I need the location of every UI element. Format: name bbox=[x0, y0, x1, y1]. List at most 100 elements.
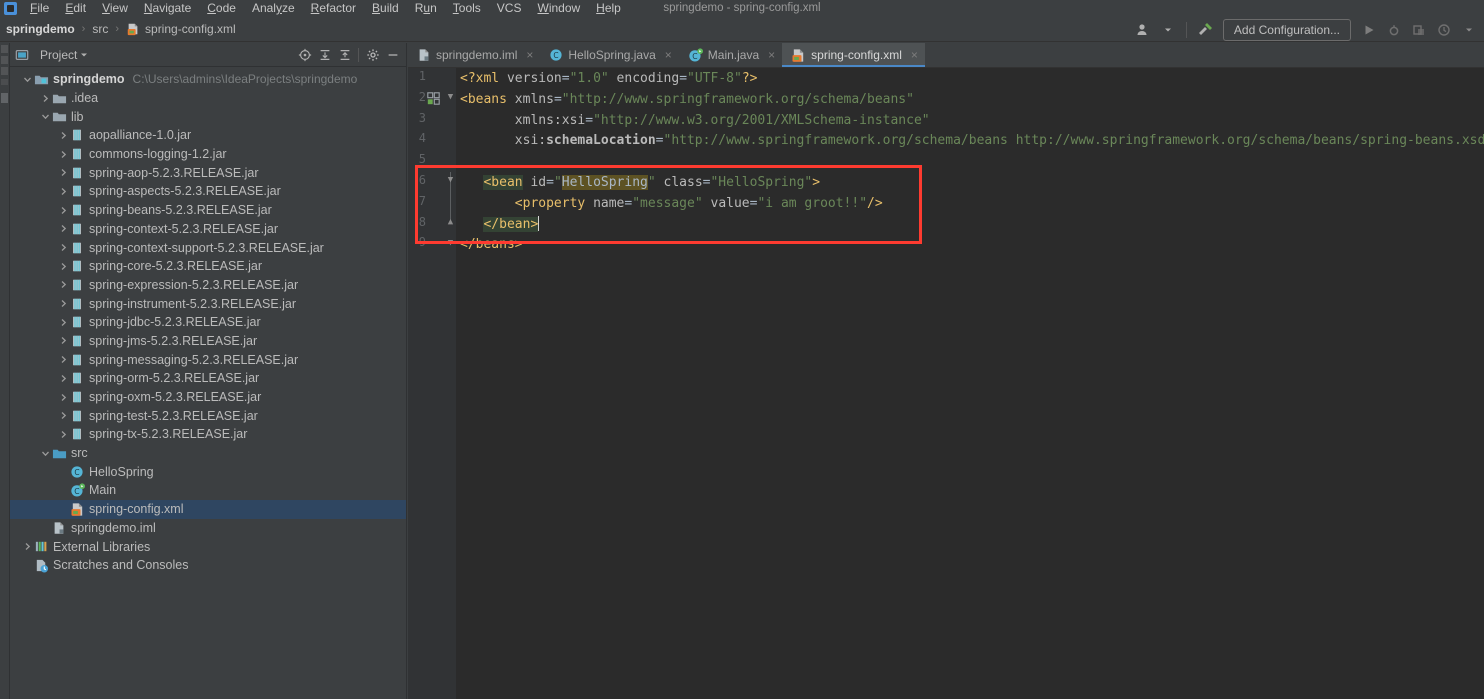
close-icon[interactable]: × bbox=[911, 49, 918, 61]
settings-gear-icon[interactable] bbox=[363, 46, 382, 65]
close-icon[interactable]: × bbox=[526, 49, 533, 61]
code-line-4[interactable]: xsi:schemaLocation="http://www.springfra… bbox=[456, 131, 1484, 152]
tree-item-aopalliance-1-0-jar[interactable]: aopalliance-1.0.jar bbox=[10, 126, 406, 145]
debug-icon[interactable] bbox=[1383, 19, 1405, 41]
tree-item-spring-instrument-5-2-3-release-jar[interactable]: spring-instrument-5.2.3.RELEASE.jar bbox=[10, 294, 406, 313]
tree-item-scratches-and-consoles[interactable]: Scratches and Consoles bbox=[10, 556, 406, 575]
tree-item-spring-expression-5-2-3-release-jar[interactable]: spring-expression-5.2.3.RELEASE.jar bbox=[10, 276, 406, 295]
tree-item-external-libraries[interactable]: External Libraries bbox=[10, 537, 406, 556]
chevron-right-icon[interactable] bbox=[58, 167, 69, 178]
hide-panel-icon[interactable] bbox=[383, 46, 402, 65]
chevron-right-icon[interactable] bbox=[58, 392, 69, 403]
code-line-9[interactable]: </beans> bbox=[456, 235, 1484, 256]
project-file-tree[interactable]: springdemo C:\Users\admins\IdeaProjects\s… bbox=[10, 67, 406, 575]
tree-item-main[interactable]: C Main bbox=[10, 481, 406, 500]
strip-mark-3[interactable] bbox=[1, 67, 8, 75]
scroll-from-source-icon[interactable] bbox=[295, 46, 314, 65]
code-line-6[interactable]: <bean id="HelloSpring" class="HelloSprin… bbox=[456, 173, 1484, 194]
menu-view[interactable]: View bbox=[94, 0, 136, 17]
code-line-1[interactable]: <?xml version="1.0" encoding="UTF-8"?> bbox=[456, 69, 1484, 90]
menu-analyze[interactable]: Analyze bbox=[244, 0, 303, 17]
fold-marker-line-8[interactable]: ▲ bbox=[446, 218, 455, 227]
chevron-right-icon[interactable] bbox=[58, 130, 69, 141]
chevron-right-icon[interactable] bbox=[58, 354, 69, 365]
chevron-right-icon[interactable] bbox=[58, 205, 69, 216]
editor-tab-main-java[interactable]: C Main.java × bbox=[679, 43, 782, 67]
fold-marker-line-2[interactable]: ▼ bbox=[446, 93, 455, 102]
tree-item-spring-messaging-5-2-3-release-jar[interactable]: spring-messaging-5.2.3.RELEASE.jar bbox=[10, 350, 406, 369]
tree-item-spring-orm-5-2-3-release-jar[interactable]: spring-orm-5.2.3.RELEASE.jar bbox=[10, 369, 406, 388]
menu-file[interactable]: File bbox=[22, 0, 57, 17]
breadcrumb-springdemo[interactable]: springdemo bbox=[0, 22, 77, 36]
user-avatar-icon[interactable] bbox=[1132, 19, 1154, 41]
tree-item-commons-logging-1-2-jar[interactable]: commons-logging-1.2.jar bbox=[10, 145, 406, 164]
code-line-5[interactable] bbox=[456, 152, 1484, 173]
tree-item-lib[interactable]: lib bbox=[10, 107, 406, 126]
tree-item-springdemo[interactable]: springdemo C:\Users\admins\IdeaProjects\s… bbox=[10, 70, 406, 89]
chevron-down-icon[interactable] bbox=[22, 74, 33, 85]
code-line-8[interactable]: </bean> bbox=[456, 215, 1484, 236]
tree-item-spring-core-5-2-3-release-jar[interactable]: spring-core-5.2.3.RELEASE.jar bbox=[10, 257, 406, 276]
tree-item-spring-jms-5-2-3-release-jar[interactable]: spring-jms-5.2.3.RELEASE.jar bbox=[10, 332, 406, 351]
menu-navigate[interactable]: Navigate bbox=[136, 0, 199, 17]
editor-tab-bar[interactable]: springdemo.iml × C HelloSpring.java × C Main.j… bbox=[408, 43, 1484, 68]
editor-gutter[interactable]: ▼ ▼ ▲ ▼ 1 2 3 4 5 6 7 8 9 bbox=[408, 68, 456, 699]
breadcrumb-spring-config[interactable]: spring-config.xml bbox=[124, 22, 238, 36]
collapse-all-icon[interactable] bbox=[335, 46, 354, 65]
chevron-right-icon[interactable] bbox=[58, 317, 69, 328]
tree-item-spring-beans-5-2-3-release-jar[interactable]: spring-beans-5.2.3.RELEASE.jar bbox=[10, 201, 406, 220]
xml-config-gutter-icon[interactable] bbox=[427, 92, 440, 105]
menu-help[interactable]: Help bbox=[588, 0, 629, 17]
editor-tab-spring-config-xml[interactable]: spring-config.xml × bbox=[782, 43, 925, 67]
close-icon[interactable]: × bbox=[665, 49, 672, 61]
strip-mark-1[interactable] bbox=[1, 45, 8, 53]
menu-vcs[interactable]: VCS bbox=[489, 0, 530, 17]
fold-marker-line-6[interactable]: ▼ bbox=[446, 176, 455, 185]
chevron-down-icon[interactable] bbox=[77, 47, 91, 63]
fold-marker-line-9[interactable]: ▼ bbox=[446, 239, 455, 248]
tree-item-hellospring[interactable]: C HelloSpring bbox=[10, 462, 406, 481]
menu-tools[interactable]: Tools bbox=[445, 0, 489, 17]
chevron-right-icon[interactable] bbox=[58, 186, 69, 197]
strip-mark-4[interactable] bbox=[1, 79, 8, 85]
menu-build[interactable]: Build bbox=[364, 0, 407, 17]
profile-icon[interactable] bbox=[1433, 19, 1455, 41]
tree-item-idea[interactable]: .idea bbox=[10, 89, 406, 108]
tree-item-spring-jdbc-5-2-3-release-jar[interactable]: spring-jdbc-5.2.3.RELEASE.jar bbox=[10, 313, 406, 332]
code-line-2[interactable]: <beans xmlns="http://www.springframework… bbox=[456, 90, 1484, 111]
code-line-3[interactable]: xmlns:xsi="http://www.w3.org/2001/XMLSch… bbox=[456, 111, 1484, 132]
chevron-down-icon[interactable] bbox=[1157, 19, 1179, 41]
chevron-right-icon[interactable] bbox=[58, 298, 69, 309]
menu-code[interactable]: Code bbox=[199, 0, 244, 17]
chevron-right-icon[interactable] bbox=[58, 279, 69, 290]
chevron-right-icon[interactable] bbox=[58, 242, 69, 253]
code-line-7[interactable]: <property name="message" value="i am gro… bbox=[456, 194, 1484, 215]
editor-tab-hellospring-java[interactable]: C HelloSpring.java × bbox=[540, 43, 678, 67]
chevron-down-icon[interactable] bbox=[40, 111, 51, 122]
build-hammer-icon[interactable] bbox=[1194, 19, 1216, 41]
chevron-right-icon[interactable] bbox=[58, 335, 69, 346]
tree-item-spring-aspects-5-2-3-release-jar[interactable]: spring-aspects-5.2.3.RELEASE.jar bbox=[10, 182, 406, 201]
chevron-right-icon[interactable] bbox=[58, 223, 69, 234]
tree-item-spring-aop-5-2-3-release-jar[interactable]: spring-aop-5.2.3.RELEASE.jar bbox=[10, 163, 406, 182]
chevron-right-icon[interactable] bbox=[58, 410, 69, 421]
tree-item-springdemo-iml[interactable]: springdemo.iml bbox=[10, 519, 406, 538]
tree-item-spring-config-xml[interactable]: spring-config.xml bbox=[10, 499, 406, 519]
menu-edit[interactable]: Edit bbox=[57, 0, 94, 17]
chevron-right-icon[interactable] bbox=[40, 93, 51, 104]
code-content[interactable]: <?xml version="1.0" encoding="UTF-8"?> <b… bbox=[456, 68, 1484, 699]
chevron-right-icon[interactable] bbox=[58, 261, 69, 272]
toolbar-more-icon[interactable] bbox=[1458, 19, 1480, 41]
add-configuration-button[interactable]: Add Configuration... bbox=[1222, 19, 1351, 41]
strip-mark-2[interactable] bbox=[1, 56, 8, 64]
tree-item-src[interactable]: src bbox=[10, 444, 406, 463]
chevron-down-icon[interactable] bbox=[40, 448, 51, 459]
expand-all-icon[interactable] bbox=[315, 46, 334, 65]
tree-item-spring-test-5-2-3-release-jar[interactable]: spring-test-5.2.3.RELEASE.jar bbox=[10, 406, 406, 425]
run-icon[interactable] bbox=[1358, 19, 1380, 41]
tree-item-spring-context-5-2-3-release-jar[interactable]: spring-context-5.2.3.RELEASE.jar bbox=[10, 220, 406, 239]
chevron-right-icon[interactable] bbox=[22, 541, 33, 552]
run-with-coverage-icon[interactable] bbox=[1408, 19, 1430, 41]
close-icon[interactable]: × bbox=[768, 49, 775, 61]
chevron-right-icon[interactable] bbox=[58, 149, 69, 160]
